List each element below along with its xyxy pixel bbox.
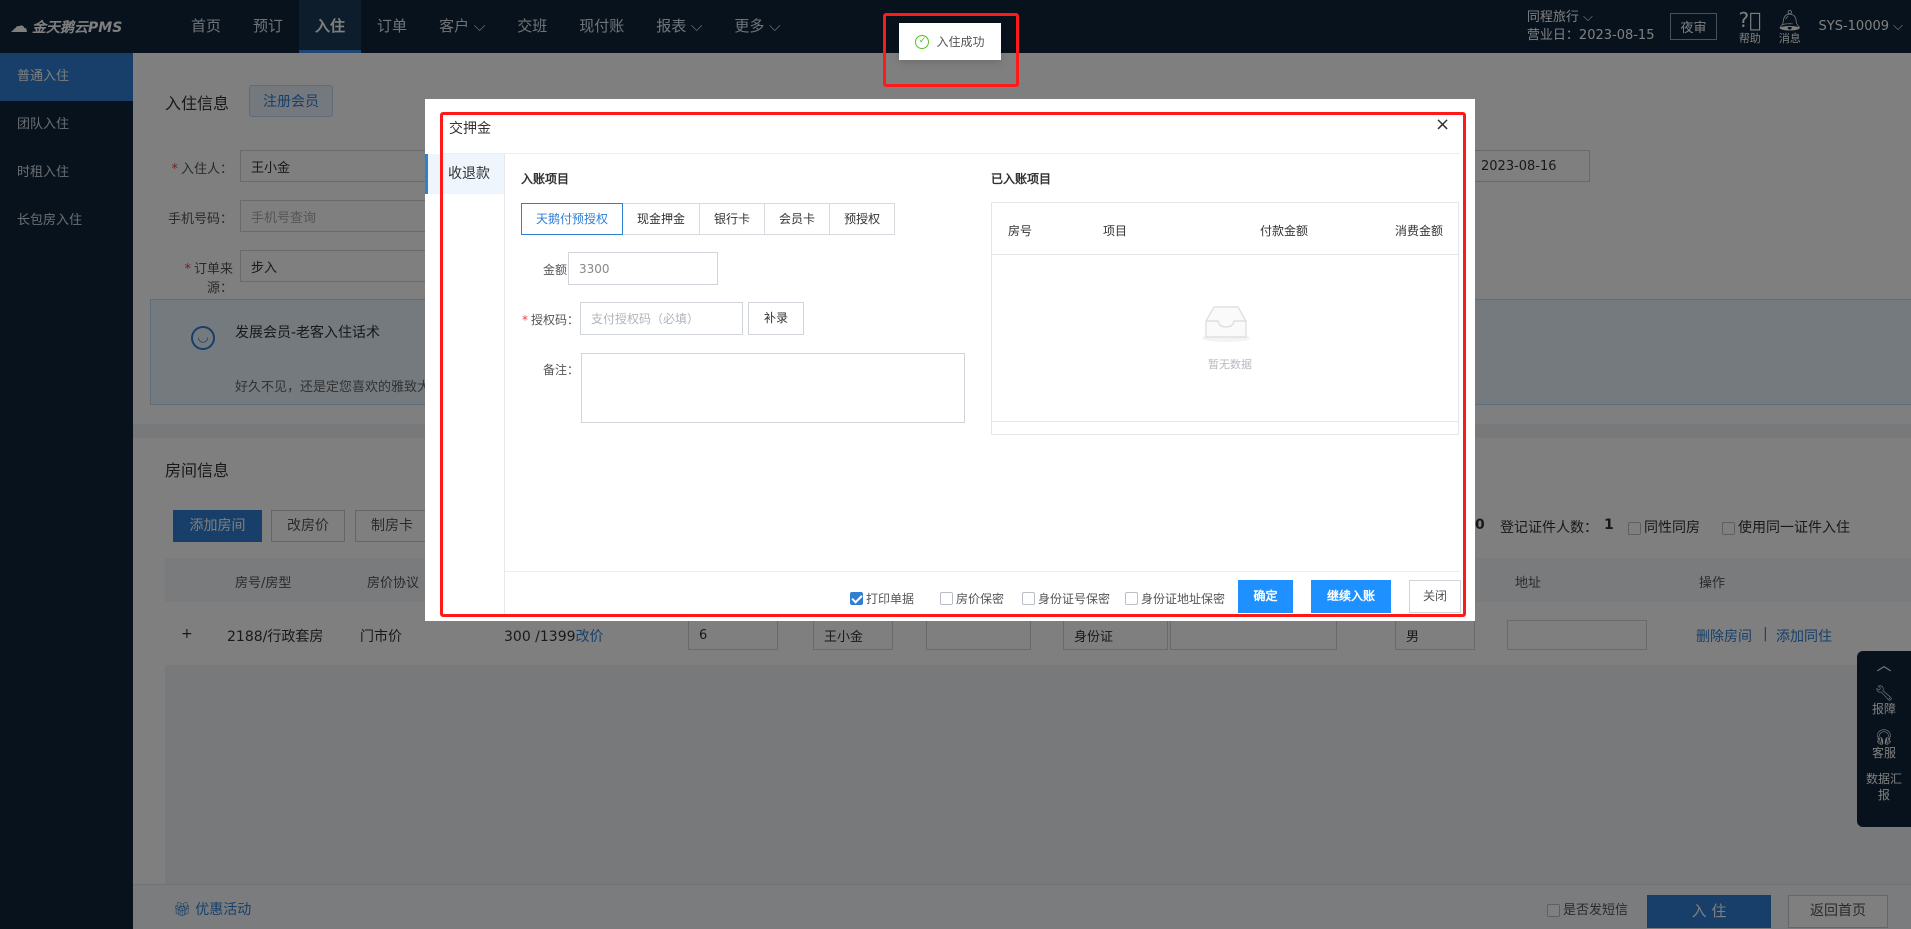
annotation-box-toast	[883, 13, 1019, 87]
annotation-box-modal	[440, 112, 1466, 617]
